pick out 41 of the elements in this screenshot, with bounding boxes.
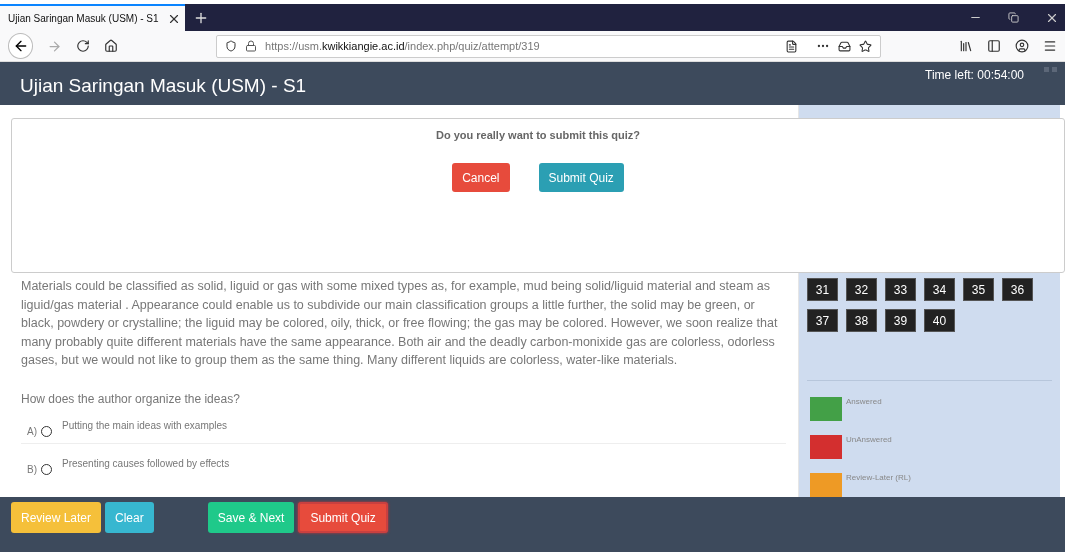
sidebar-icon[interactable]: [987, 39, 1001, 53]
restore-icon[interactable]: [1008, 12, 1019, 23]
footer-button[interactable]: Submit Quiz: [298, 502, 388, 533]
question-number-button[interactable]: 31: [807, 278, 838, 301]
legend-label: Review-Later (RL): [846, 473, 911, 482]
reader-view-icon[interactable]: [785, 39, 798, 53]
question-text: How does the author organize the ideas?: [21, 391, 241, 406]
legend-label: Answered: [846, 397, 882, 406]
question-number-button[interactable]: 39: [885, 309, 916, 332]
library-icon[interactable]: [959, 39, 973, 53]
account-icon[interactable]: [1015, 39, 1029, 53]
question-number-button[interactable]: 37: [807, 309, 838, 332]
question-number-button[interactable]: 38: [846, 309, 877, 332]
option-letter: A): [27, 425, 37, 437]
question-number-button[interactable]: 40: [924, 309, 955, 332]
passage-text: Materials could be classified as solid, liguid or gas with some mixed types as, for example, mud being solid/liguid material and steam as liguid/gas material . Appearance could enable us to subdivide our main classification groups a little further, the solid may be green, or black, powdery or crystalline; the liguid may be colored, oily, thick, or free flowing; the gas may be colored. However, we soon realize that many probably quite different materials have the same appearance. Both air and the deadly carbon-monixide gas are colorless, odorless gases, but we would not like to group them as the same thing. Many different liquids are colorless, water-like materials.: [21, 278, 779, 369]
menu-icon[interactable]: [1043, 39, 1057, 53]
url-text: https://usm.kwikkiangie.ac.id/index.php/quiz/attempt/319: [265, 40, 541, 52]
question-number-button[interactable]: 32: [846, 278, 877, 301]
option-text: Presenting causes followed by effects: [62, 457, 230, 469]
dialog-button[interactable]: Cancel: [452, 163, 510, 192]
home-icon[interactable]: [104, 39, 119, 53]
legend-label: UnAnswered: [846, 435, 892, 444]
option-letter: B): [27, 463, 37, 475]
reload-icon[interactable]: [76, 39, 91, 53]
question-number-button[interactable]: 33: [885, 278, 916, 301]
question-number-button[interactable]: 34: [924, 278, 955, 301]
quiz-title: Ujian Saringan Masuk (USM) - S1: [20, 75, 307, 97]
question-number-button[interactable]: 35: [963, 278, 994, 301]
option-text: Putting the main ideas with examples: [62, 419, 228, 431]
timer-text: Time left: 00:54:00: [925, 68, 1024, 82]
lock-icon: [245, 40, 258, 52]
shield-icon: [225, 40, 238, 52]
tab-title: Ujian Saringan Masuk (USM) - S1: [8, 13, 159, 24]
question-number-button[interactable]: 36: [1002, 278, 1033, 301]
back-button[interactable]: [8, 33, 34, 59]
address-field[interactable]: https://usm.kwikkiangie.ac.id/index.php/quiz/attempt/319: [216, 34, 881, 58]
dots-icon: [1044, 67, 1057, 72]
browser-tab[interactable]: Ujian Saringan Masuk (USM) - S1: [0, 4, 185, 31]
star-icon[interactable]: [859, 39, 872, 53]
dialog-message: Do you really want to submit this quiz?: [435, 129, 641, 141]
